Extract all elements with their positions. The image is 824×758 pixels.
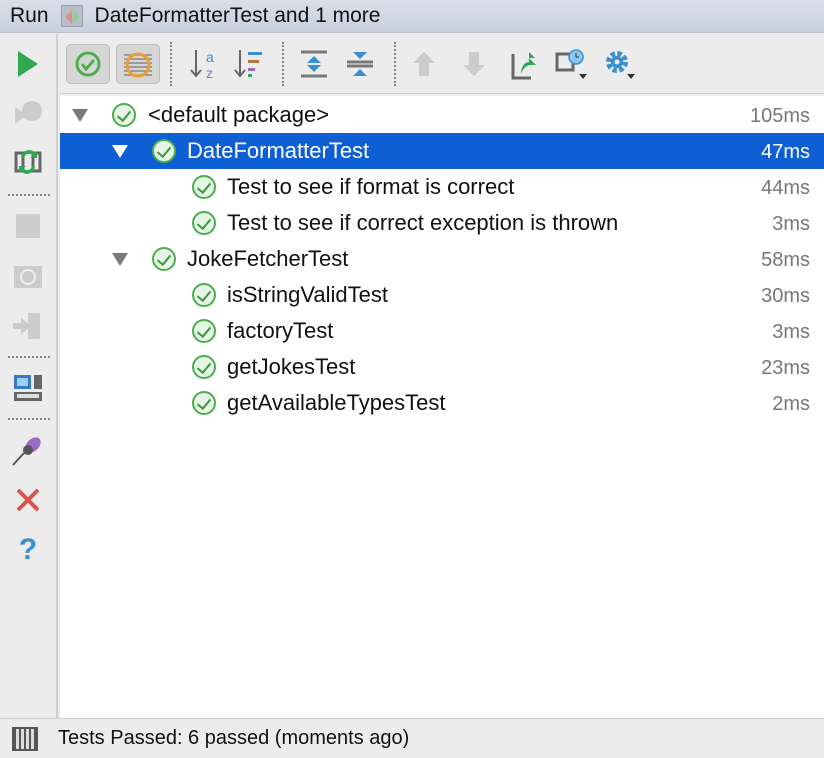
test-name: DateFormatterTest bbox=[187, 138, 370, 163]
passed-icon bbox=[192, 211, 216, 235]
stop-icon[interactable] bbox=[12, 210, 44, 242]
expand-arrow-icon[interactable] bbox=[112, 145, 128, 158]
export-icon[interactable] bbox=[12, 310, 44, 342]
test-name: factoryTest bbox=[227, 318, 334, 343]
pin-icon[interactable] bbox=[12, 434, 44, 466]
expand-arrow-icon[interactable] bbox=[112, 253, 128, 266]
toolbar-separator bbox=[8, 194, 50, 196]
test-name: Test to see if correct exception is thro… bbox=[227, 210, 619, 235]
top-toolbar: az bbox=[60, 34, 824, 94]
test-duration: 30ms bbox=[761, 285, 810, 307]
sort-alphabetically-icon[interactable]: az bbox=[182, 44, 226, 84]
export-results-icon[interactable] bbox=[502, 44, 546, 84]
test-duration: 58ms bbox=[761, 249, 810, 271]
tree-row[interactable]: JokeFetcherTest 58ms bbox=[60, 241, 824, 277]
close-icon[interactable] bbox=[12, 484, 44, 516]
run-tab[interactable]: DateFormatterTest and 1 more bbox=[95, 4, 381, 28]
test-duration: 3ms bbox=[772, 213, 810, 235]
tree-row[interactable]: isStringValidTest 30ms bbox=[60, 277, 824, 313]
sort-by-duration-icon[interactable] bbox=[226, 44, 270, 84]
rerun-icon[interactable] bbox=[12, 48, 44, 80]
collapse-all-icon[interactable] bbox=[338, 44, 382, 84]
previous-failed-icon[interactable] bbox=[402, 44, 446, 84]
passed-icon bbox=[192, 391, 216, 415]
tree-row[interactable]: factoryTest 3ms bbox=[60, 313, 824, 349]
test-duration: 23ms bbox=[761, 357, 810, 379]
expand-all-icon[interactable] bbox=[292, 44, 336, 84]
expand-arrow-icon[interactable] bbox=[72, 109, 88, 122]
test-name: Test to see if format is correct bbox=[227, 174, 515, 199]
test-name: JokeFetcherTest bbox=[187, 246, 349, 271]
run-label: Run bbox=[10, 4, 49, 27]
passed-icon bbox=[192, 283, 216, 307]
test-history-icon[interactable] bbox=[550, 44, 594, 84]
passed-icon bbox=[112, 103, 136, 127]
test-duration: 2ms bbox=[772, 393, 810, 415]
toolbar-separator bbox=[394, 42, 396, 86]
svg-text:z: z bbox=[206, 65, 213, 80]
test-name: getAvailableTypesTest bbox=[227, 390, 446, 415]
help-icon[interactable]: ? bbox=[12, 533, 44, 566]
show-passed-icon[interactable] bbox=[66, 44, 110, 84]
screenshot-icon[interactable] bbox=[12, 260, 44, 292]
tool-window-header: Run DateFormatterTest and 1 more bbox=[0, 0, 824, 33]
next-failed-icon[interactable] bbox=[452, 44, 496, 84]
layout-icon[interactable] bbox=[12, 372, 44, 404]
test-duration: 105ms bbox=[749, 105, 810, 127]
test-duration: 44ms bbox=[761, 177, 810, 199]
tool-window-toggle-icon[interactable] bbox=[12, 726, 38, 751]
toolbar-separator bbox=[8, 418, 50, 420]
tree-row[interactable]: getJokesTest 23ms bbox=[60, 349, 824, 385]
settings-icon[interactable] bbox=[598, 44, 642, 84]
rerun-failed-icon[interactable] bbox=[12, 98, 44, 130]
status-bar: Tests Passed: 6 passed (moments ago) bbox=[0, 718, 824, 758]
passed-icon bbox=[152, 247, 176, 271]
toggle-auto-test-icon[interactable] bbox=[12, 146, 44, 178]
tree-row[interactable]: Test to see if format is correct 44ms bbox=[60, 169, 824, 205]
run-config-icon bbox=[60, 5, 83, 27]
test-tree: <default package> 105ms DateFormatterTest 4… bbox=[60, 96, 824, 718]
tree-row[interactable]: <default package> 105ms bbox=[60, 97, 824, 133]
test-duration: 47ms bbox=[761, 141, 810, 163]
test-name: getJokesTest bbox=[227, 354, 356, 379]
toolbar-separator bbox=[170, 42, 172, 86]
toolbar-separator bbox=[8, 356, 50, 358]
test-name: <default package> bbox=[148, 102, 330, 127]
toolbar-separator bbox=[282, 42, 284, 86]
passed-icon bbox=[152, 139, 176, 163]
passed-icon bbox=[192, 319, 216, 343]
left-toolbar: ? bbox=[0, 34, 58, 718]
tree-row[interactable]: getAvailableTypesTest 2ms bbox=[60, 385, 824, 421]
show-ignored-icon[interactable] bbox=[116, 44, 160, 84]
tree-row[interactable]: DateFormatterTest 47ms bbox=[60, 133, 824, 169]
test-duration: 3ms bbox=[772, 321, 810, 343]
svg-text:a: a bbox=[206, 49, 214, 65]
status-text: Tests Passed: 6 passed (moments ago) bbox=[58, 727, 410, 749]
test-name: isStringValidTest bbox=[227, 282, 388, 307]
passed-icon bbox=[192, 355, 216, 379]
tree-row[interactable]: Test to see if correct exception is thro… bbox=[60, 205, 824, 241]
passed-icon bbox=[192, 175, 216, 199]
